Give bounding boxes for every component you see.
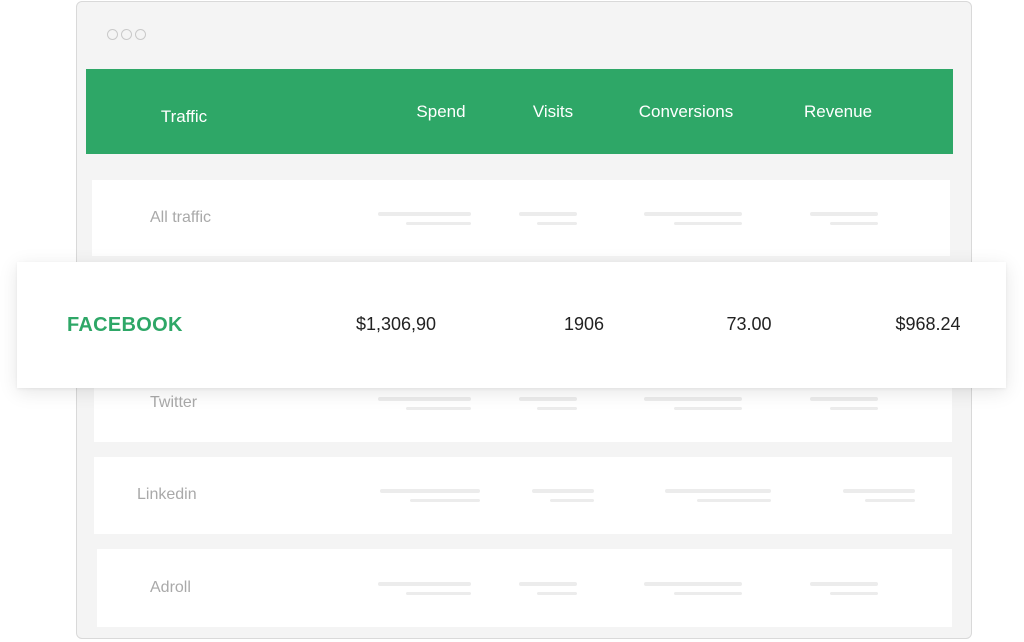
facebook-revenue-value: $968.24 [895, 314, 961, 334]
placeholder-bar [378, 397, 471, 401]
placeholder-bar [519, 397, 577, 401]
minimize-window-icon[interactable] [121, 29, 132, 40]
row-label: Linkedin [137, 486, 197, 503]
placeholder-bar [697, 499, 771, 502]
placeholder-bar [665, 489, 771, 493]
placeholder-bar [378, 212, 471, 216]
placeholder-bar [537, 222, 577, 225]
placeholder-bar [810, 582, 878, 586]
placeholder-bar [830, 592, 878, 595]
placeholder-bar [830, 222, 878, 225]
row-label: Twitter [150, 394, 198, 411]
placeholder-bar [674, 222, 742, 225]
placeholder-bar [865, 499, 915, 502]
facebook-conversions-value: 73.00 [726, 314, 772, 334]
placeholder-bar [406, 407, 471, 410]
placeholder-bar [380, 489, 480, 493]
table-row-adroll[interactable]: Adroll [97, 549, 952, 627]
placeholder-bar [550, 499, 594, 502]
placeholder-bar [406, 592, 471, 595]
placeholder-bar [537, 407, 577, 410]
placeholder-bar [810, 212, 878, 216]
table-row-facebook-highlighted[interactable]: FACEBOOK $1,306,90 1906 73.00 $968.24 [17, 262, 1006, 388]
placeholder-bar [644, 582, 742, 586]
placeholder-bar [843, 489, 915, 493]
header-spend[interactable]: Spend [416, 102, 465, 122]
placeholder-bar [406, 222, 471, 225]
placeholder-bar [378, 582, 471, 586]
placeholder-bar [674, 592, 742, 595]
placeholder-bar [519, 582, 577, 586]
table-row-linkedin[interactable]: Linkedin [94, 457, 952, 534]
placeholder-bar [674, 407, 742, 410]
header-revenue[interactable]: Revenue [804, 102, 872, 122]
table-header: Traffic Spend Visits Conversions Revenue [86, 69, 953, 154]
facebook-spend-value: $1,306,90 [355, 314, 437, 334]
header-traffic[interactable]: Traffic [161, 107, 207, 127]
placeholder-bar [532, 489, 594, 493]
close-window-icon[interactable] [107, 29, 118, 40]
row-label-facebook: FACEBOOK [67, 314, 183, 336]
header-visits[interactable]: Visits [533, 102, 573, 122]
maximize-window-icon[interactable] [135, 29, 146, 40]
placeholder-bar [810, 397, 878, 401]
placeholder-bar [410, 499, 480, 502]
header-conversions[interactable]: Conversions [639, 102, 734, 122]
table-row-all-traffic[interactable]: All traffic [92, 180, 950, 256]
placeholder-bar [644, 397, 742, 401]
placeholder-bar [519, 212, 577, 216]
row-label: All traffic [150, 209, 212, 226]
placeholder-bar [644, 212, 742, 216]
placeholder-bar [537, 592, 577, 595]
row-label: Adroll [150, 579, 191, 596]
facebook-visits-value: 1906 [563, 314, 605, 334]
placeholder-bar [830, 407, 878, 410]
window-controls [107, 29, 146, 40]
